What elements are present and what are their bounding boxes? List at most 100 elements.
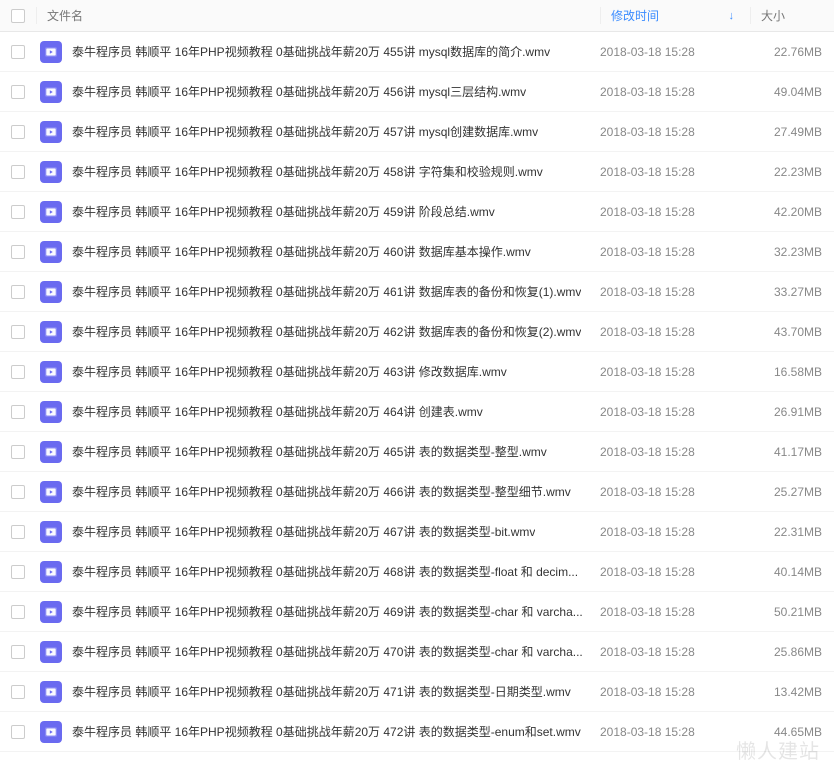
video-file-icon [40,241,62,263]
video-file-icon [40,681,62,703]
row-checkbox[interactable] [11,125,25,139]
row-checkbox[interactable] [11,605,25,619]
select-all-checkbox[interactable] [11,9,25,23]
filename-text[interactable]: 泰牛程序员 韩顺平 16年PHP视频教程 0基础挑战年薪20万 459讲 阶段总… [72,203,495,220]
filename-text[interactable]: 泰牛程序员 韩顺平 16年PHP视频教程 0基础挑战年薪20万 462讲 数据库… [72,323,581,340]
row-checkbox[interactable] [11,325,25,339]
modified-cell: 2018-03-18 15:28 [600,405,750,419]
filename-cell: 泰牛程序员 韩顺平 16年PHP视频教程 0基础挑战年薪20万 456讲 mys… [36,81,600,103]
row-checkbox[interactable] [11,645,25,659]
video-file-icon [40,521,62,543]
header-size-label: 大小 [761,7,785,24]
row-checkbox[interactable] [11,45,25,59]
filename-cell: 泰牛程序员 韩顺平 16年PHP视频教程 0基础挑战年薪20万 472讲 表的数… [36,721,600,743]
filename-cell: 泰牛程序员 韩顺平 16年PHP视频教程 0基础挑战年薪20万 460讲 数据库… [36,241,600,263]
size-cell: 44.65MB [750,725,834,739]
row-checkbox[interactable] [11,85,25,99]
filename-text[interactable]: 泰牛程序员 韩顺平 16年PHP视频教程 0基础挑战年薪20万 470讲 表的数… [72,643,583,660]
table-row[interactable]: 泰牛程序员 韩顺平 16年PHP视频教程 0基础挑战年薪20万 470讲 表的数… [0,632,834,672]
size-cell: 26.91MB [750,405,834,419]
size-cell: 25.27MB [750,485,834,499]
modified-cell: 2018-03-18 15:28 [600,485,750,499]
size-cell: 33.27MB [750,285,834,299]
table-row[interactable]: 泰牛程序员 韩顺平 16年PHP视频教程 0基础挑战年薪20万 456讲 mys… [0,72,834,112]
filename-cell: 泰牛程序员 韩顺平 16年PHP视频教程 0基础挑战年薪20万 464讲 创建表… [36,401,600,423]
row-checkbox-cell [0,445,36,459]
row-checkbox-cell [0,525,36,539]
modified-cell: 2018-03-18 15:28 [600,45,750,59]
filename-cell: 泰牛程序员 韩顺平 16年PHP视频教程 0基础挑战年薪20万 465讲 表的数… [36,441,600,463]
video-file-icon [40,161,62,183]
filename-text[interactable]: 泰牛程序员 韩顺平 16年PHP视频教程 0基础挑战年薪20万 455讲 mys… [72,43,550,60]
row-checkbox[interactable] [11,405,25,419]
row-checkbox[interactable] [11,725,25,739]
filename-text[interactable]: 泰牛程序员 韩顺平 16年PHP视频教程 0基础挑战年薪20万 466讲 表的数… [72,483,571,500]
size-cell: 49.04MB [750,85,834,99]
modified-cell: 2018-03-18 15:28 [600,565,750,579]
modified-cell: 2018-03-18 15:28 [600,205,750,219]
table-row[interactable]: 泰牛程序员 韩顺平 16年PHP视频教程 0基础挑战年薪20万 455讲 mys… [0,32,834,72]
filename-text[interactable]: 泰牛程序员 韩顺平 16年PHP视频教程 0基础挑战年薪20万 460讲 数据库… [72,243,531,260]
row-checkbox[interactable] [11,365,25,379]
row-checkbox[interactable] [11,525,25,539]
table-row[interactable]: 泰牛程序员 韩顺平 16年PHP视频教程 0基础挑战年薪20万 466讲 表的数… [0,472,834,512]
row-checkbox-cell [0,85,36,99]
header-size[interactable]: 大小 [750,7,834,24]
row-checkbox[interactable] [11,445,25,459]
row-checkbox[interactable] [11,685,25,699]
modified-cell: 2018-03-18 15:28 [600,285,750,299]
filename-text[interactable]: 泰牛程序员 韩顺平 16年PHP视频教程 0基础挑战年薪20万 468讲 表的数… [72,563,578,580]
row-checkbox[interactable] [11,245,25,259]
table-row[interactable]: 泰牛程序员 韩顺平 16年PHP视频教程 0基础挑战年薪20万 457讲 mys… [0,112,834,152]
size-cell: 25.86MB [750,645,834,659]
filename-text[interactable]: 泰牛程序员 韩顺平 16年PHP视频教程 0基础挑战年薪20万 471讲 表的数… [72,683,571,700]
table-row[interactable]: 泰牛程序员 韩顺平 16年PHP视频教程 0基础挑战年薪20万 463讲 修改数… [0,352,834,392]
table-row[interactable]: 泰牛程序员 韩顺平 16年PHP视频教程 0基础挑战年薪20万 461讲 数据库… [0,272,834,312]
row-checkbox[interactable] [11,485,25,499]
row-checkbox[interactable] [11,165,25,179]
filename-cell: 泰牛程序员 韩顺平 16年PHP视频教程 0基础挑战年薪20万 466讲 表的数… [36,481,600,503]
filename-text[interactable]: 泰牛程序员 韩顺平 16年PHP视频教程 0基础挑战年薪20万 465讲 表的数… [72,443,547,460]
row-checkbox-cell [0,365,36,379]
table-row[interactable]: 泰牛程序员 韩顺平 16年PHP视频教程 0基础挑战年薪20万 472讲 表的数… [0,712,834,752]
row-checkbox-cell [0,245,36,259]
table-row[interactable]: 泰牛程序员 韩顺平 16年PHP视频教程 0基础挑战年薪20万 460讲 数据库… [0,232,834,272]
table-row[interactable]: 泰牛程序员 韩顺平 16年PHP视频教程 0基础挑战年薪20万 458讲 字符集… [0,152,834,192]
size-cell: 16.58MB [750,365,834,379]
filename-text[interactable]: 泰牛程序员 韩顺平 16年PHP视频教程 0基础挑战年薪20万 464讲 创建表… [72,403,483,420]
size-cell: 42.20MB [750,205,834,219]
filename-text[interactable]: 泰牛程序员 韩顺平 16年PHP视频教程 0基础挑战年薪20万 472讲 表的数… [72,723,581,740]
row-checkbox-cell [0,165,36,179]
filename-text[interactable]: 泰牛程序员 韩顺平 16年PHP视频教程 0基础挑战年薪20万 457讲 mys… [72,123,538,140]
row-checkbox-cell [0,325,36,339]
table-row[interactable]: 泰牛程序员 韩顺平 16年PHP视频教程 0基础挑战年薪20万 467讲 表的数… [0,512,834,552]
header-filename[interactable]: 文件名 [36,7,600,24]
header-checkbox-cell [0,9,36,23]
table-row[interactable]: 泰牛程序员 韩顺平 16年PHP视频教程 0基础挑战年薪20万 469讲 表的数… [0,592,834,632]
table-row[interactable]: 泰牛程序员 韩顺平 16年PHP视频教程 0基础挑战年薪20万 465讲 表的数… [0,432,834,472]
filename-text[interactable]: 泰牛程序员 韩顺平 16年PHP视频教程 0基础挑战年薪20万 456讲 mys… [72,83,526,100]
modified-cell: 2018-03-18 15:28 [600,605,750,619]
filename-cell: 泰牛程序员 韩顺平 16年PHP视频教程 0基础挑战年薪20万 461讲 数据库… [36,281,600,303]
table-row[interactable]: 泰牛程序员 韩顺平 16年PHP视频教程 0基础挑战年薪20万 462讲 数据库… [0,312,834,352]
filename-text[interactable]: 泰牛程序员 韩顺平 16年PHP视频教程 0基础挑战年薪20万 458讲 字符集… [72,163,543,180]
filename-text[interactable]: 泰牛程序员 韩顺平 16年PHP视频教程 0基础挑战年薪20万 467讲 表的数… [72,523,535,540]
header-modified[interactable]: 修改时间 ↓ [600,7,750,24]
row-checkbox[interactable] [11,205,25,219]
table-row[interactable]: 泰牛程序员 韩顺平 16年PHP视频教程 0基础挑战年薪20万 459讲 阶段总… [0,192,834,232]
modified-cell: 2018-03-18 15:28 [600,125,750,139]
filename-cell: 泰牛程序员 韩顺平 16年PHP视频教程 0基础挑战年薪20万 468讲 表的数… [36,561,600,583]
row-checkbox[interactable] [11,285,25,299]
row-checkbox-cell [0,485,36,499]
filename-text[interactable]: 泰牛程序员 韩顺平 16年PHP视频教程 0基础挑战年薪20万 469讲 表的数… [72,603,583,620]
table-row[interactable]: 泰牛程序员 韩顺平 16年PHP视频教程 0基础挑战年薪20万 471讲 表的数… [0,672,834,712]
filename-text[interactable]: 泰牛程序员 韩顺平 16年PHP视频教程 0基础挑战年薪20万 463讲 修改数… [72,363,507,380]
filename-cell: 泰牛程序员 韩顺平 16年PHP视频教程 0基础挑战年薪20万 463讲 修改数… [36,361,600,383]
table-row[interactable]: 泰牛程序员 韩顺平 16年PHP视频教程 0基础挑战年薪20万 468讲 表的数… [0,552,834,592]
filename-text[interactable]: 泰牛程序员 韩顺平 16年PHP视频教程 0基础挑战年薪20万 461讲 数据库… [72,283,581,300]
modified-cell: 2018-03-18 15:28 [600,645,750,659]
modified-cell: 2018-03-18 15:28 [600,165,750,179]
filename-cell: 泰牛程序员 韩顺平 16年PHP视频教程 0基础挑战年薪20万 471讲 表的数… [36,681,600,703]
row-checkbox[interactable] [11,565,25,579]
table-row[interactable]: 泰牛程序员 韩顺平 16年PHP视频教程 0基础挑战年薪20万 464讲 创建表… [0,392,834,432]
